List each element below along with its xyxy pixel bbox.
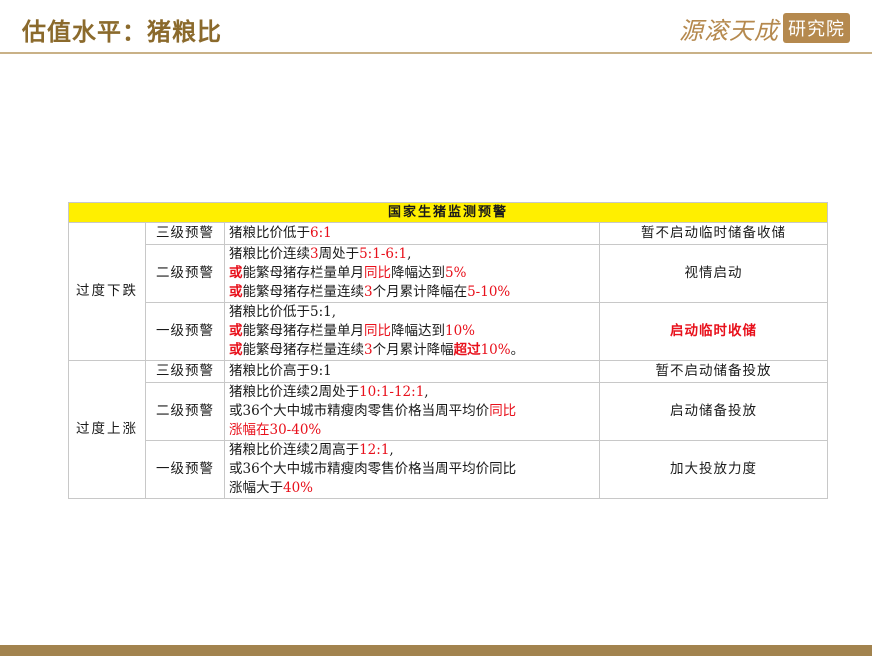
condition-text: 降幅达到: [391, 323, 445, 339]
condition-text: 周处于: [318, 246, 360, 262]
highlight-text: 3: [310, 246, 319, 262]
action-cell: 暂不启动临时储备收储: [599, 222, 828, 245]
highlight-text: 涨幅在: [229, 422, 270, 438]
highlight-text: 同比: [489, 403, 517, 419]
highlight-text: 5-10%: [467, 284, 511, 300]
table-title: 国家生猪监测预警: [68, 202, 828, 223]
condition-text: 猪粮比价连续: [229, 246, 310, 262]
highlight-text: 10:1-12:1: [359, 384, 425, 400]
category-cell: 过度上涨: [68, 360, 146, 499]
condition-text: 。: [510, 342, 525, 358]
highlight-text: 3: [364, 342, 373, 358]
condition-line: 猪粮比价连续3周处于5:1-6:1,: [229, 245, 595, 264]
logo-seal: 研究院: [783, 13, 850, 43]
condition-text: 能繁母猪存栏量单月: [242, 323, 365, 339]
action-cell: 启动临时收储: [599, 302, 828, 361]
highlight-text: 同比: [364, 323, 391, 339]
condition-text: 猪粮比价高于9:1: [229, 363, 332, 379]
condition-text: 能繁母猪存栏量连续: [242, 342, 365, 358]
highlight-text: 3: [364, 284, 373, 300]
highlight-text: 40%: [283, 480, 314, 496]
highlight-text: 10%: [445, 323, 476, 339]
condition-line: 猪粮比价低于6:1: [229, 224, 595, 243]
page-title: 估值水平：猪粮比: [22, 18, 222, 46]
condition-line: 或能繁母猪存栏量连续3个月累计降幅超过10%。: [229, 341, 595, 360]
condition-text: 能繁母猪存栏量单月: [242, 265, 365, 281]
action-cell: 启动储备投放: [599, 382, 828, 441]
condition-text: 或36个大中城市精瘦肉零售价格当周平均价同比: [229, 461, 517, 477]
condition-text: 个月累计降幅: [372, 342, 454, 358]
table-row: 过度下跌 三级预警 猪粮比价低于6:1 暂不启动临时储备收储: [68, 222, 828, 361]
condition-text: 或36个大中城市精瘦肉零售价格当周平均价: [229, 403, 490, 419]
condition-text: ,: [407, 246, 412, 262]
level-cell: 二级预警: [145, 244, 225, 303]
condition-line: 涨幅在30-40%: [229, 421, 595, 440]
condition-line: 猪粮比价高于9:1: [229, 362, 595, 381]
level-cell: 二级预警: [145, 382, 225, 441]
condition-line: 猪粮比价连续2周处于10:1-12:1,: [229, 383, 595, 402]
warning-table: 国家生猪监测预警 过度下跌 三级预警 猪粮比价低于6:1 暂不启动临时储备收储 二级预警…: [68, 202, 828, 499]
condition-text: 涨幅大于: [229, 480, 283, 496]
condition-line: 或36个大中城市精瘦肉零售价格当周平均价同比: [229, 460, 595, 479]
highlight-text: 30-40%: [269, 422, 322, 438]
header-divider: [0, 52, 872, 54]
condition-line: 猪粮比价低于5:1,: [229, 303, 595, 322]
table-header-row: 国家生猪监测预警: [68, 202, 828, 223]
condition-line: 或能繁母猪存栏量单月同比降幅达到10%: [229, 322, 595, 341]
category-cell: 过度下跌: [68, 222, 146, 361]
table-row: 二级预警 猪粮比价连续2周处于10:1-12:1, 或36个大中城市精瘦肉零售价格当…: [69, 382, 828, 441]
table-row: 过度上涨 三级预警 猪粮比价高于9:1 暂不启动储备投放: [68, 360, 828, 499]
action-cell: 视情启动: [599, 244, 828, 303]
level-cell: 一级预警: [145, 440, 225, 499]
condition-line: 或能繁母猪存栏量连续3个月累计降幅在5-10%: [229, 283, 595, 302]
condition-line: 涨幅大于40%: [229, 479, 595, 498]
condition-text: 猪粮比价连续2周处于: [229, 384, 360, 400]
level-cell: 一级预警: [145, 302, 225, 361]
highlight-text: 10%: [480, 342, 511, 358]
level-cell: 三级预警: [145, 360, 225, 383]
condition-text: ,: [389, 442, 394, 458]
condition-cell: 猪粮比价连续2周高于12:1, 或36个大中城市精瘦肉零售价格当周平均价同比 涨幅大…: [224, 440, 600, 499]
action-cell: 加大投放力度: [599, 440, 828, 499]
action-cell: 暂不启动储备投放: [599, 360, 828, 383]
highlight-text: 或: [229, 265, 243, 281]
condition-text: 猪粮比价低于: [229, 225, 310, 241]
condition-cell: 猪粮比价低于5:1, 或能繁母猪存栏量单月同比降幅达到10% 或能繁母猪存栏量连续3…: [224, 302, 600, 361]
logo-text: 源滚天成: [679, 16, 779, 45]
condition-line: 或能繁母猪存栏量单月同比降幅达到5%: [229, 264, 595, 283]
condition-cell: 猪粮比价连续2周处于10:1-12:1, 或36个大中城市精瘦肉零售价格当周平均价…: [224, 382, 600, 441]
condition-text: 能繁母猪存栏量连续: [242, 284, 365, 300]
highlight-text: 5:1-6:1: [359, 246, 408, 262]
condition-text: 猪粮比价低于5:1,: [229, 304, 337, 320]
highlight-text: 6:1: [310, 225, 332, 241]
condition-text: 个月累计降幅在: [372, 284, 468, 300]
highlight-text: 超过: [453, 342, 481, 358]
highlight-text: 或: [229, 284, 243, 300]
highlight-text: 同比: [364, 265, 391, 281]
table-row: 一级预警 猪粮比价低于5:1, 或能繁母猪存栏量单月同比降幅达到10% 或能繁母猪存栏…: [69, 302, 828, 361]
condition-cell: 猪粮比价连续3周处于5:1-6:1, 或能繁母猪存栏量单月同比降幅达到5% 或能繁母…: [224, 244, 600, 303]
condition-line: 猪粮比价连续2周高于12:1,: [229, 441, 595, 460]
condition-text: ,: [424, 384, 429, 400]
brand-logo: 源滚天成 研究院: [679, 12, 850, 45]
condition-cell: 猪粮比价高于9:1: [224, 360, 600, 383]
highlight-text: 5%: [445, 265, 467, 281]
highlight-text: 12:1: [359, 442, 390, 458]
condition-text: 猪粮比价连续2周高于: [229, 442, 360, 458]
footer-bar: [0, 645, 872, 656]
condition-text: 降幅达到: [391, 265, 445, 281]
condition-line: 或36个大中城市精瘦肉零售价格当周平均价同比: [229, 402, 595, 421]
table-row: 二级预警 猪粮比价连续3周处于5:1-6:1, 或能繁母猪存栏量单月同比降幅达到5%…: [69, 244, 828, 303]
highlight-text: 或: [229, 342, 243, 358]
highlight-text: 或: [229, 323, 243, 339]
condition-cell: 猪粮比价低于6:1: [224, 222, 600, 245]
level-cell: 三级预警: [145, 222, 225, 245]
table-row: 一级预警 猪粮比价连续2周高于12:1, 或36个大中城市精瘦肉零售价格当周平均价同…: [69, 440, 828, 499]
